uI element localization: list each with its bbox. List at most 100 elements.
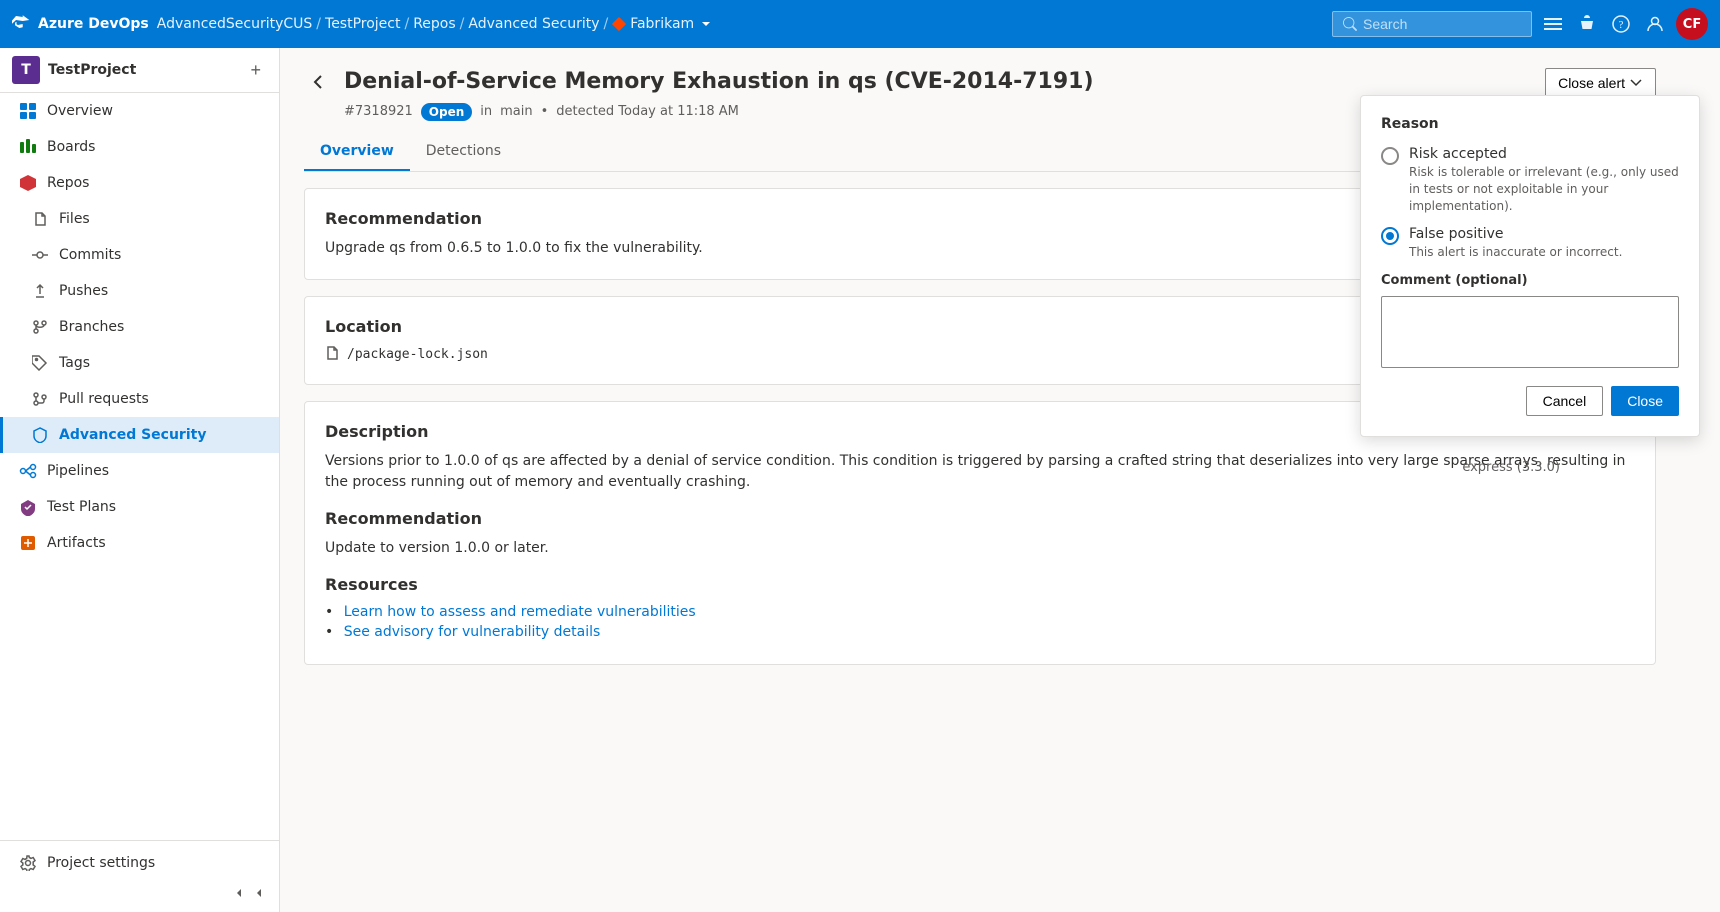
back-button[interactable] [304, 68, 332, 101]
test-plans-label: Test Plans [47, 499, 116, 515]
sidebar-item-boards[interactable]: Boards [0, 129, 279, 165]
radio-option-risk-accepted[interactable]: Risk accepted Risk is tolerable or irrel… [1381, 146, 1679, 214]
tab-overview[interactable]: Overview [304, 133, 410, 171]
back-arrow-icon [308, 72, 328, 92]
express-label: express (3.3.0) [1462, 460, 1560, 475]
resources-list: • Learn how to assess and remediate vuln… [325, 604, 1635, 640]
close-alert-panel: Reason Risk accepted Risk is tolerable o… [1360, 95, 1700, 437]
sidebar-item-tags[interactable]: Tags [0, 345, 279, 381]
breadcrumb-repos[interactable]: Repos [413, 16, 455, 32]
alert-status-badge: Open [421, 103, 472, 121]
chevron-down-icon [1629, 76, 1643, 90]
basket-icon [1578, 15, 1596, 33]
tab-detections[interactable]: Detections [410, 133, 517, 171]
logo-text: Azure DevOps [38, 16, 149, 32]
files-icon [31, 210, 49, 228]
sidebar-header: T TestProject + [0, 48, 279, 93]
tags-icon [31, 354, 49, 372]
artifacts-icon [19, 534, 37, 552]
sidebar-item-artifacts[interactable]: Artifacts [0, 525, 279, 561]
overview-icon [19, 102, 37, 120]
resource-link-item-1: • See advisory for vulnerability details [325, 624, 1635, 640]
radio-circle-risk-accepted [1381, 147, 1399, 165]
sidebar-item-project-settings[interactable]: Project settings [0, 845, 279, 881]
risk-accepted-desc: Risk is tolerable or irrelevant (e.g., o… [1409, 164, 1679, 214]
collapse-sidebar-btn[interactable] [231, 885, 267, 904]
alert-separator: • [541, 104, 549, 119]
sidebar-item-pushes[interactable]: Pushes [0, 273, 279, 309]
user-settings-icon [1646, 15, 1664, 33]
breadcrumb-advanced-security[interactable]: Advanced Security [468, 16, 599, 32]
pull-requests-label: Pull requests [59, 391, 149, 407]
radio-option-false-positive[interactable]: False positive This alert is inaccurate … [1381, 226, 1679, 261]
chevron-left-icon [231, 885, 247, 901]
alert-id: #7318921 [344, 104, 413, 119]
advanced-security-label: Advanced Security [59, 427, 206, 443]
risk-accepted-label: Risk accepted [1409, 146, 1679, 162]
resource-link-1[interactable]: See advisory for vulnerability details [344, 624, 601, 640]
search-box[interactable] [1332, 11, 1532, 37]
top-nav: Azure DevOps AdvancedSecurityCUS / TestP… [0, 0, 1720, 48]
resources-title: Resources [325, 575, 1635, 594]
boards-label: Boards [47, 139, 95, 155]
boards-icon [19, 138, 37, 156]
sidebar-item-overview[interactable]: Overview [0, 93, 279, 129]
recommendation2-title: Recommendation [325, 509, 1635, 528]
breadcrumb-fabrikam[interactable]: Fabrikam [612, 16, 712, 32]
menu-icon [1544, 15, 1562, 33]
sidebar-item-branches[interactable]: Branches [0, 309, 279, 345]
sidebar-item-repos[interactable]: Repos [0, 165, 279, 201]
settings-icon [19, 854, 37, 872]
recommendation2-text: Update to version 1.0.0 or later. [325, 538, 1635, 559]
user-settings-icon-btn[interactable] [1642, 11, 1668, 37]
breadcrumb-org[interactable]: AdvancedSecurityCUS [157, 16, 313, 32]
svg-text:?: ? [1619, 19, 1624, 31]
close-panel-button[interactable]: Close [1611, 386, 1679, 416]
breadcrumb-project[interactable]: TestProject [325, 16, 400, 32]
avatar[interactable]: CF [1676, 8, 1708, 40]
artifacts-label: Artifacts [47, 535, 106, 551]
sidebar-item-advanced-security[interactable]: Advanced Security [0, 417, 279, 453]
add-project-btn[interactable]: + [244, 58, 267, 83]
sidebar-item-files[interactable]: Files [0, 201, 279, 237]
advanced-security-icon [31, 426, 49, 444]
search-input[interactable] [1363, 16, 1503, 32]
branches-icon [31, 318, 49, 336]
menu-icon-btn[interactable] [1540, 11, 1566, 37]
cancel-button[interactable]: Cancel [1526, 386, 1604, 416]
branches-label: Branches [59, 319, 124, 335]
sidebar-item-test-plans[interactable]: Test Plans [0, 489, 279, 525]
close-alert-button[interactable]: Close alert [1545, 68, 1656, 98]
description-card: Description Versions prior to 1.0.0 of q… [304, 401, 1656, 665]
alert-branch: main [500, 104, 532, 119]
basket-icon-btn[interactable] [1574, 11, 1600, 37]
comment-textarea[interactable] [1381, 296, 1679, 368]
project-label: T TestProject [12, 56, 136, 84]
breadcrumb: AdvancedSecurityCUS / TestProject / Repo… [157, 16, 712, 32]
commits-label: Commits [59, 247, 121, 263]
pull-requests-icon [31, 390, 49, 408]
pushes-label: Pushes [59, 283, 108, 299]
resource-link-0[interactable]: Learn how to assess and remediate vulner… [344, 604, 696, 620]
sidebar-item-pipelines[interactable]: Pipelines [0, 453, 279, 489]
alert-title: Denial-of-Service Memory Exhaustion in q… [344, 68, 1545, 97]
tags-label: Tags [59, 355, 90, 371]
pipelines-label: Pipelines [47, 463, 109, 479]
sidebar-item-pull-requests[interactable]: Pull requests [0, 381, 279, 417]
project-avatar: T [12, 56, 40, 84]
resource-link-item-0: • Learn how to assess and remediate vuln… [325, 604, 1635, 620]
help-icon-btn[interactable]: ? [1608, 11, 1634, 37]
files-label: Files [59, 211, 90, 227]
chevron-left-icon-2 [251, 885, 267, 901]
help-icon: ? [1612, 15, 1630, 33]
repos-icon [19, 174, 37, 192]
pipelines-icon [19, 462, 37, 480]
project-settings-label: Project settings [47, 855, 155, 871]
azure-devops-logo[interactable]: Azure DevOps [12, 14, 149, 34]
sidebar: T TestProject + Overview Boards Repos Fi… [0, 48, 280, 912]
false-positive-label: False positive [1409, 226, 1622, 242]
sidebar-item-commits[interactable]: Commits [0, 237, 279, 273]
alert-detected: detected Today at 11:18 AM [556, 104, 739, 119]
file-icon [325, 346, 339, 364]
pushes-icon [31, 282, 49, 300]
